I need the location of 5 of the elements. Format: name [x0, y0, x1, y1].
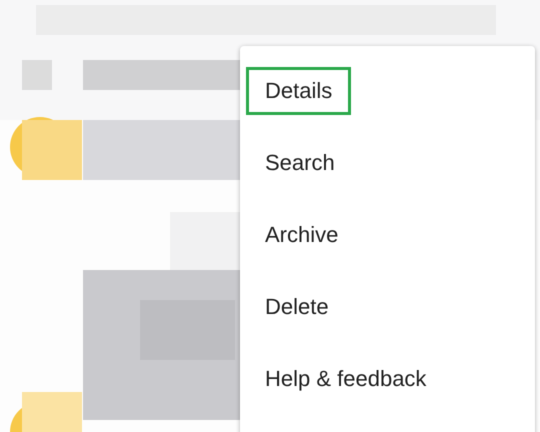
menu-item[interactable]: Archive [246, 211, 358, 259]
menu-item[interactable]: Help & feedback [246, 355, 446, 403]
menu-item[interactable]: Details [246, 67, 352, 115]
menu-item[interactable]: Delete [246, 283, 348, 331]
menu-item[interactable]: Search [246, 139, 354, 187]
